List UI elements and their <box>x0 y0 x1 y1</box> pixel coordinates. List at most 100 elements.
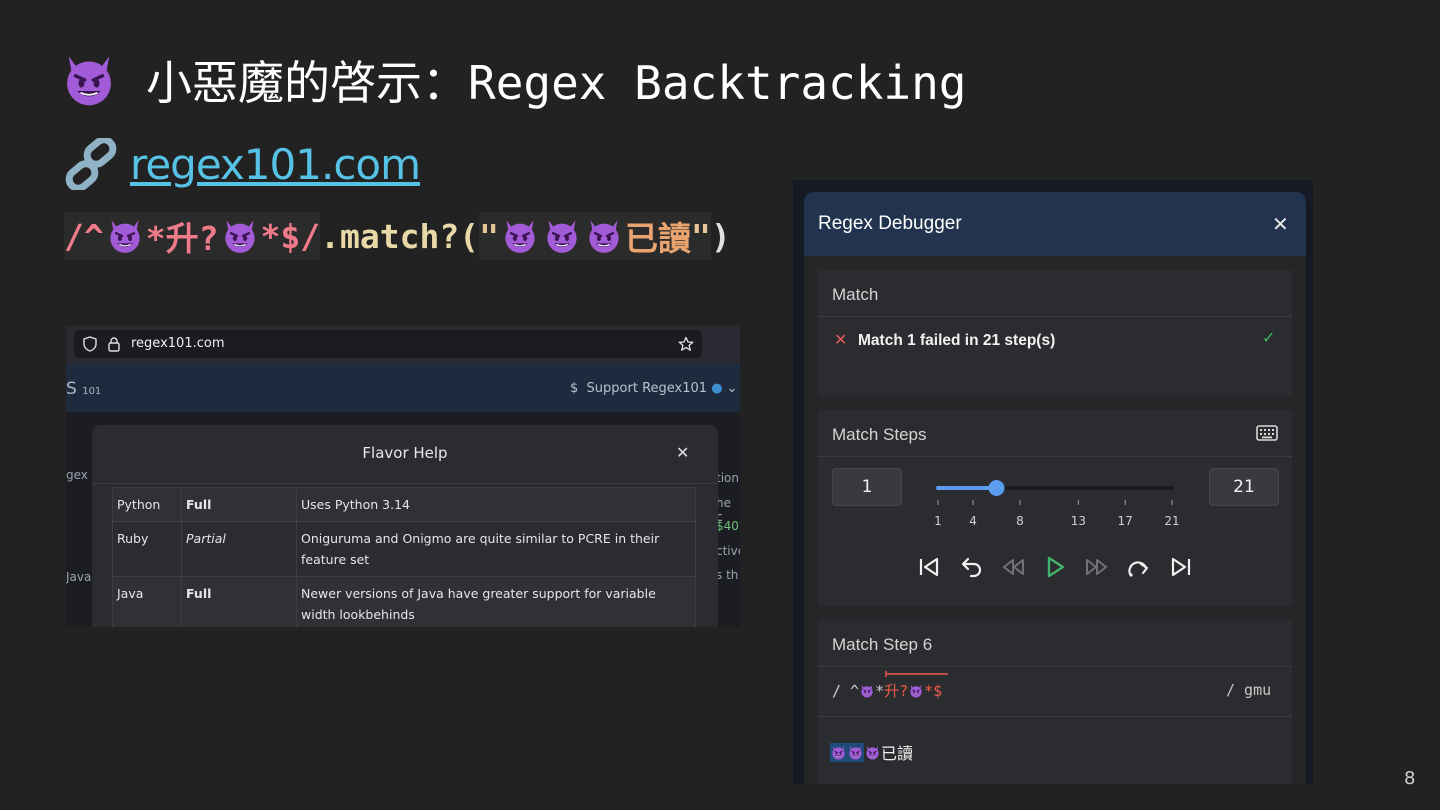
url-text: regex101.com <box>131 336 225 351</box>
slider-tick-label: 17 <box>1117 514 1133 528</box>
support-text: Support Regex101 <box>586 381 708 396</box>
dot-icon: ● <box>711 381 723 396</box>
site-nav: S 101 $ Support Regex101 ● ⌄ <box>66 364 740 412</box>
support-cell: Full <box>181 487 297 522</box>
string-chinese: 已讀 <box>624 219 691 258</box>
match-card: Match ✕ Match 1 failed in 21 step(s) ✓ <box>818 270 1292 396</box>
support-cell: Partial <box>181 521 297 577</box>
steps-header: Match Steps <box>832 425 927 444</box>
slide-title: 小惡魔的啓示：Regex Backtracking <box>146 56 967 110</box>
smiling-devil-icon <box>909 684 923 698</box>
fast-forward-icon[interactable] <box>1084 554 1110 580</box>
rewind-icon[interactable] <box>1000 554 1026 580</box>
edge-text-left-1: gex <box>66 468 88 482</box>
slider-tick-label: 1 <box>934 514 942 528</box>
edge-text-right-4: ctive <box>716 544 740 558</box>
test-string: 已讀 <box>830 740 913 764</box>
method-call: .match?( <box>320 216 480 256</box>
link-icon <box>65 138 117 190</box>
url-bar[interactable]: regex101.com <box>74 330 702 358</box>
slider-thumb[interactable] <box>988 480 1005 496</box>
code-line: /^ *升? *$/ .match?( " 已讀 " ) <box>64 212 731 260</box>
match-step-card: Match Step 6 / ^ * 升? *$ / gmu 已讀 <box>818 620 1292 784</box>
keyboard-icon[interactable] <box>1256 424 1278 442</box>
regex-highlight: 升? <box>884 682 909 700</box>
regex-prefix: / ^ <box>832 681 860 700</box>
matched-highlight <box>830 742 864 762</box>
note-cell: Uses Python 3.14 <box>296 487 696 522</box>
smiling-devil-icon <box>222 218 258 254</box>
table-row: Java Full Newer versions of Java have grea… <box>112 576 696 627</box>
slide-title-row: 小惡魔的啓示：Regex Backtracking <box>62 48 967 112</box>
debugger-header: Regex Debugger ✕ <box>804 192 1306 256</box>
step-end-input[interactable]: 21 <box>1209 468 1279 506</box>
modal-title: Flavor Help <box>362 444 448 462</box>
backtrack-marker <box>885 671 948 677</box>
smiling-devil-icon <box>586 218 622 254</box>
quote-open: " <box>479 216 499 256</box>
flavor-table: Python Full Uses Python 3.14 Ruby Partial Oni… <box>112 487 696 627</box>
slider-tick-label: 8 <box>1016 514 1024 528</box>
chevron-down-icon: ⌄ <box>726 381 738 396</box>
lock-icon <box>108 337 120 352</box>
match-header: Match <box>832 285 879 304</box>
smiling-devil-icon <box>62 53 116 107</box>
close-icon[interactable]: ✕ <box>676 443 689 462</box>
regex-mid-2: *$/ <box>260 216 321 256</box>
edge-text-right-1: tion <box>716 471 739 485</box>
paren-close: ) <box>710 216 731 256</box>
smiling-devil-icon <box>848 745 863 760</box>
undo-icon[interactable] <box>958 554 984 580</box>
regex-flags: / gmu <box>1226 681 1272 699</box>
debugger-panel: Regex Debugger ✕ Match ✕ Match 1 failed … <box>804 192 1306 784</box>
divider <box>818 666 1292 667</box>
note-cell: Oniguruma and Onigmo are quite similar t… <box>296 521 696 577</box>
skip-to-start-icon[interactable] <box>916 554 942 580</box>
regex-open: /^ <box>64 216 104 256</box>
redo-icon[interactable] <box>1126 554 1152 580</box>
regex-star: * <box>875 681 885 700</box>
flavor-cell: Python <box>112 487 182 522</box>
site-logo-sub: 101 <box>82 386 102 397</box>
slider-tick-label: 4 <box>969 514 977 528</box>
table-row: Python Full Uses Python 3.14 <box>112 487 696 522</box>
skip-to-end-icon[interactable] <box>1168 554 1194 580</box>
site-logo[interactable]: S 101 <box>66 379 101 399</box>
browser-toolbar: regex101.com <box>66 326 740 364</box>
link-row: regex101.com <box>64 136 421 192</box>
test-string-suffix: 已讀 <box>881 744 914 763</box>
star-icon[interactable] <box>678 336 694 352</box>
step-start-input[interactable]: 1 <box>832 468 902 506</box>
regex-literal: /^ *升? *$/ <box>64 212 321 260</box>
smiling-devil-icon <box>860 684 874 698</box>
close-icon[interactable]: ✕ <box>1272 212 1289 236</box>
site-logo-letter: S <box>66 379 77 399</box>
divider <box>818 456 1292 457</box>
edge-text-right-3: $40? <box>716 519 740 533</box>
slider-tick-label: 13 <box>1070 514 1087 528</box>
smiling-devil-icon <box>107 218 143 254</box>
smiling-devil-icon <box>544 218 580 254</box>
regex-highlight-end: *$ <box>924 681 943 700</box>
regex-mid-1: *升? <box>145 219 219 258</box>
debugger-title: Regex Debugger <box>818 213 962 234</box>
regex101-link[interactable]: regex101.com <box>130 140 421 189</box>
flavor-help-screenshot: regex101.com S 101 $ Support Regex101 ● … <box>66 326 740 627</box>
support-link[interactable]: $ Support Regex101 ● ⌄ <box>570 381 738 396</box>
shield-icon <box>83 336 97 352</box>
smiling-devil-icon <box>502 218 538 254</box>
quote-close: " <box>690 216 711 256</box>
divider <box>818 316 1292 317</box>
table-row: Ruby Partial Oniguruma and Onigmo are quit… <box>112 521 696 577</box>
smiling-devil-icon <box>865 745 880 760</box>
slider-tick-label: 21 <box>1164 514 1180 528</box>
support-cell: Full <box>181 576 297 627</box>
edge-text-right-5: s th <box>716 568 739 582</box>
match-steps-card: Match Steps 1 21 1 4 8 13 17 21 <box>818 410 1292 606</box>
flavor-cell: Ruby <box>112 521 182 577</box>
page-number: 8 <box>1404 768 1416 789</box>
flavor-cell: Java <box>112 576 182 627</box>
smiling-devil-icon <box>831 745 846 760</box>
play-icon[interactable] <box>1042 554 1068 580</box>
note-cell: Newer versions of Java have greater supp… <box>296 576 696 627</box>
